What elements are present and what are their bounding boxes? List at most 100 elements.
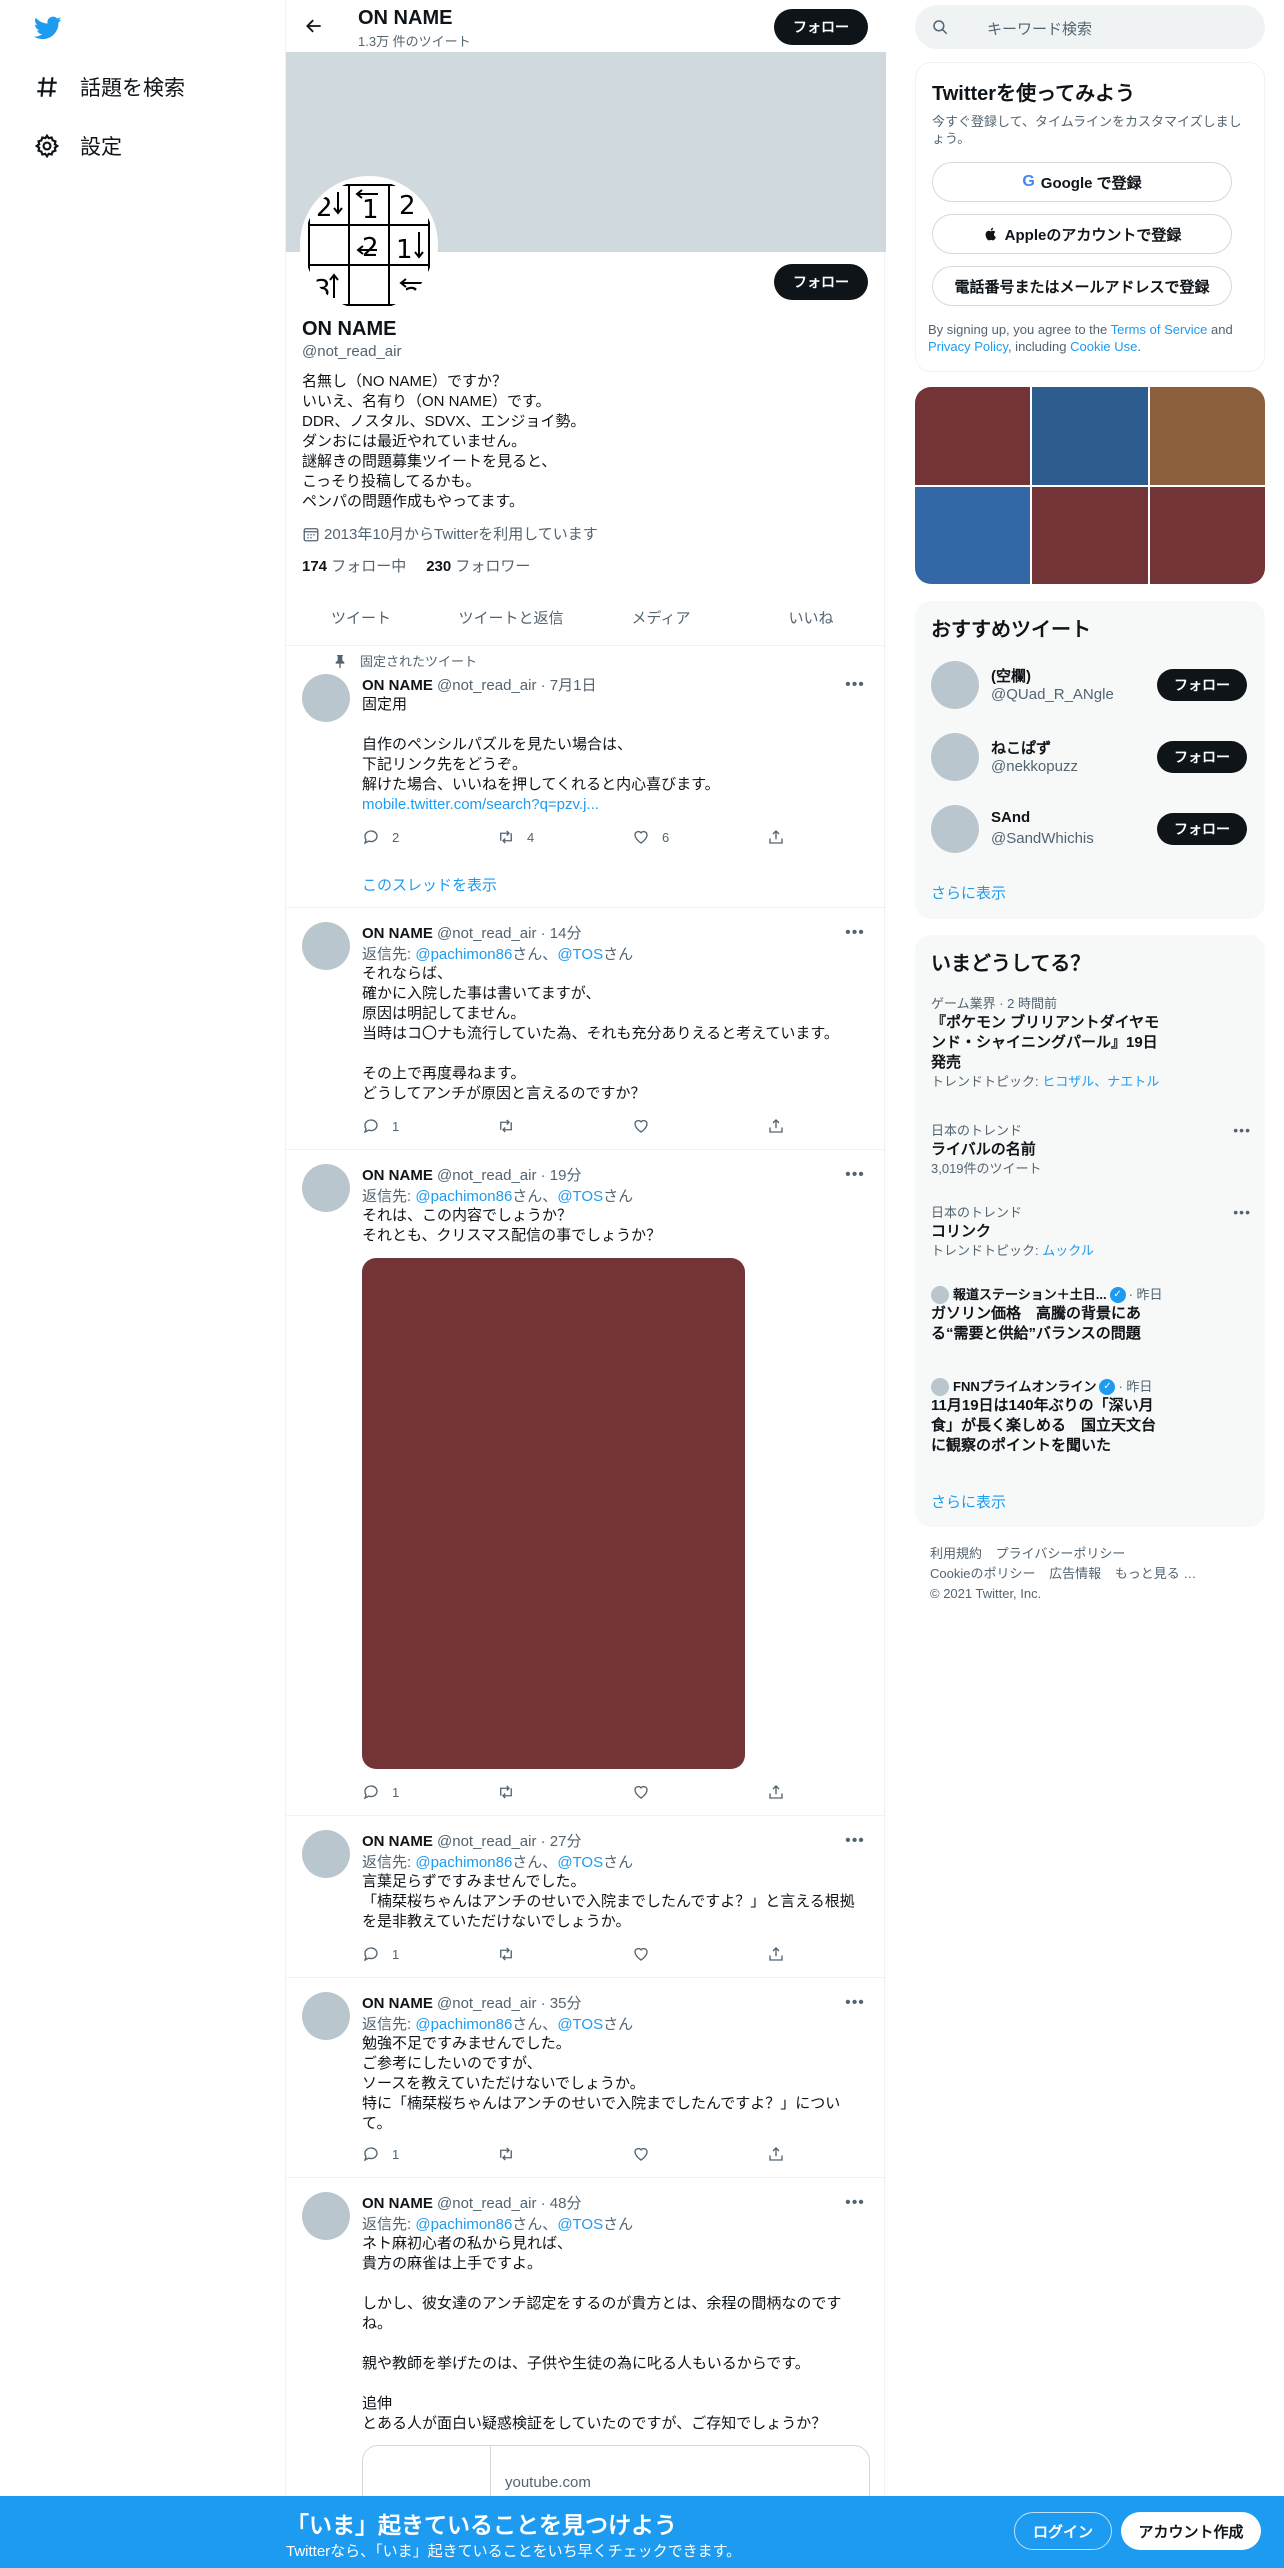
retweet-button[interactable]	[497, 1117, 527, 1135]
like-button[interactable]	[632, 1945, 662, 1963]
privacy-policy-link[interactable]: Privacy Policy	[928, 339, 1008, 354]
mention-link[interactable]: @TOS	[557, 1854, 603, 1871]
reply-button[interactable]: 1	[362, 1945, 399, 1963]
tweet[interactable]: ON NAME @not_read_air · 14分 ••• 返信先: @pa…	[286, 908, 886, 1150]
follow-button[interactable]: フォロー	[1157, 741, 1247, 773]
more-icon[interactable]: •••	[1233, 1122, 1251, 1138]
retweet-button[interactable]: 4	[497, 828, 534, 846]
nav-explore[interactable]: 話題を検索	[34, 72, 185, 102]
footer-link-terms[interactable]: 利用規約	[930, 1546, 982, 1561]
trend-topic-links[interactable]: ヒコザル、ナエトル	[1042, 1074, 1159, 1089]
more-icon[interactable]: •••	[1233, 1204, 1251, 1220]
signup-button[interactable]: アカウント作成	[1121, 2512, 1261, 2550]
tweet[interactable]: ON NAME @not_read_air · 35分 ••• 返信先: @pa…	[286, 1978, 886, 2178]
share-button[interactable]	[767, 1117, 797, 1135]
mention-link[interactable]: @TOS	[557, 946, 603, 963]
tweet-avatar[interactable]	[302, 2192, 350, 2240]
tweet-avatar[interactable]	[302, 674, 350, 722]
more-icon[interactable]: •••	[840, 923, 870, 943]
terms-of-service-link[interactable]: Terms of Service	[1111, 322, 1208, 337]
search-box[interactable]: キーワード検索	[915, 5, 1265, 49]
recommended-user[interactable]: ねこぱず @nekkopuzz フォロー	[931, 731, 1251, 783]
more-icon[interactable]: •••	[840, 2193, 870, 2213]
trend-item[interactable]: ••• 日本のトレンド ライバルの名前 3,019件のツイート	[931, 1122, 1251, 1178]
media-thumbnail[interactable]	[1032, 387, 1148, 485]
followers-link[interactable]: 230 フォロワー	[426, 555, 530, 576]
media-thumbnail[interactable]	[915, 486, 1031, 584]
follow-button[interactable]: フォロー	[1157, 669, 1247, 701]
media-thumbnail[interactable]	[915, 387, 1031, 485]
mention-link[interactable]: @pachimon86	[415, 946, 512, 963]
tweet[interactable]: ON NAME @not_read_air · 27分 ••• 返信先: @pa…	[286, 1816, 886, 1978]
reply-button[interactable]: 1	[362, 2145, 399, 2163]
like-button[interactable]	[632, 1783, 662, 1801]
cookie-use-link[interactable]: Cookie Use	[1070, 339, 1137, 354]
retweet-button[interactable]	[497, 2145, 527, 2163]
profile-avatar[interactable]: 2 1 2 2 1 3 2	[300, 176, 438, 314]
avatar[interactable]	[931, 805, 979, 853]
tab-media[interactable]: メディア	[586, 590, 736, 645]
follow-button[interactable]: フォロー	[1157, 813, 1247, 845]
tweet-author[interactable]: ON NAME	[362, 925, 433, 942]
mention-link[interactable]: @pachimon86	[415, 1188, 512, 1205]
avatar[interactable]	[931, 733, 979, 781]
tweet-avatar[interactable]	[302, 1992, 350, 2040]
trend-item[interactable]: ゲーム業界 · 2 時間前 『ポケモン ブリリアントダイヤモ ンド・シャイニング…	[931, 995, 1251, 1091]
login-button[interactable]: ログイン	[1014, 2512, 1112, 2550]
phone-email-signup-button[interactable]: 電話番号またはメールアドレスで登録	[932, 266, 1232, 306]
share-button[interactable]	[767, 828, 797, 846]
header-follow-button[interactable]: フォロー	[774, 9, 868, 45]
show-more-link[interactable]: さらに表示	[931, 882, 1006, 903]
more-icon[interactable]: •••	[840, 1993, 870, 2013]
tweet-media-image[interactable]	[362, 1258, 745, 1769]
nav-settings[interactable]: 設定	[34, 131, 122, 161]
share-button[interactable]	[767, 2145, 797, 2163]
footer-link-more[interactable]: もっと見る …	[1115, 1566, 1197, 1581]
media-thumbnail[interactable]	[1149, 486, 1265, 584]
news-item[interactable]: FNNプライムオンライン ✓ · 昨日 11月19日は140年ぶりの「深い月 食」が…	[931, 1378, 1251, 1456]
reply-button[interactable]: 1	[362, 1783, 399, 1801]
tab-tweets-replies[interactable]: ツイートと返信	[436, 590, 586, 645]
reply-button[interactable]: 1	[362, 1117, 399, 1135]
apple-signup-button[interactable]: Appleのアカウントで登録	[932, 214, 1232, 254]
show-thread-link[interactable]: このスレッドを表示	[362, 874, 497, 895]
mention-link[interactable]: @TOS	[557, 1188, 603, 1205]
profile-follow-button[interactable]: フォロー	[774, 264, 868, 300]
tweet-avatar[interactable]	[302, 922, 350, 970]
tweet[interactable]: 固定されたツイート ON NAME @not_read_air · 7月1日 •…	[286, 646, 886, 908]
tweet-author[interactable]: ON NAME	[362, 1833, 433, 1850]
share-button[interactable]	[767, 1945, 797, 1963]
footer-link-ads[interactable]: 広告情報	[1049, 1566, 1101, 1581]
footer-link-cookie[interactable]: Cookieのポリシー	[930, 1566, 1035, 1581]
mention-link[interactable]: @pachimon86	[415, 1854, 512, 1871]
tweet-link[interactable]: mobile.twitter.com/search?q=pzv.j...	[362, 795, 872, 815]
retweet-button[interactable]	[497, 1783, 527, 1801]
mention-link[interactable]: @pachimon86	[415, 2216, 512, 2233]
recommended-user[interactable]: SAnd @SandWhichis フォロー	[931, 803, 1251, 855]
footer-link-privacy[interactable]: プライバシーポリシー	[996, 1546, 1126, 1561]
mention-link[interactable]: @pachimon86	[415, 2016, 512, 2033]
media-thumbnail[interactable]	[1149, 387, 1265, 485]
recommended-user[interactable]: (空欄) @QUad_R_ANgle フォロー	[931, 659, 1251, 711]
back-button[interactable]	[296, 8, 332, 44]
more-icon[interactable]: •••	[840, 1165, 870, 1185]
like-button[interactable]: 6	[632, 828, 669, 846]
search-input[interactable]: キーワード検索	[987, 18, 1092, 39]
trend-topic-links[interactable]: ムックル	[1042, 1243, 1094, 1258]
tweet-author[interactable]: ON NAME	[362, 2195, 433, 2212]
more-icon[interactable]: •••	[840, 1831, 870, 1851]
show-more-link[interactable]: さらに表示	[931, 1491, 1006, 1512]
mention-link[interactable]: @TOS	[557, 2216, 603, 2233]
share-button[interactable]	[767, 1783, 797, 1801]
twitter-logo-icon[interactable]	[32, 14, 64, 42]
google-signup-button[interactable]: G Google で登録	[932, 162, 1232, 202]
like-button[interactable]	[632, 1117, 662, 1135]
tweet-avatar[interactable]	[302, 1830, 350, 1878]
tweet-author[interactable]: ON NAME	[362, 1167, 433, 1184]
trend-item[interactable]: ••• 日本のトレンド コリンク トレンドトピック: ムックル	[931, 1204, 1251, 1260]
like-button[interactable]	[632, 2145, 662, 2163]
more-icon[interactable]: •••	[840, 675, 870, 695]
news-item[interactable]: 報道ステーション＋土日... ✓ · 昨日 ガソリン価格 高騰の背景にあ る“需要と…	[931, 1286, 1251, 1344]
avatar[interactable]	[931, 661, 979, 709]
tab-likes[interactable]: いいね	[736, 590, 886, 645]
